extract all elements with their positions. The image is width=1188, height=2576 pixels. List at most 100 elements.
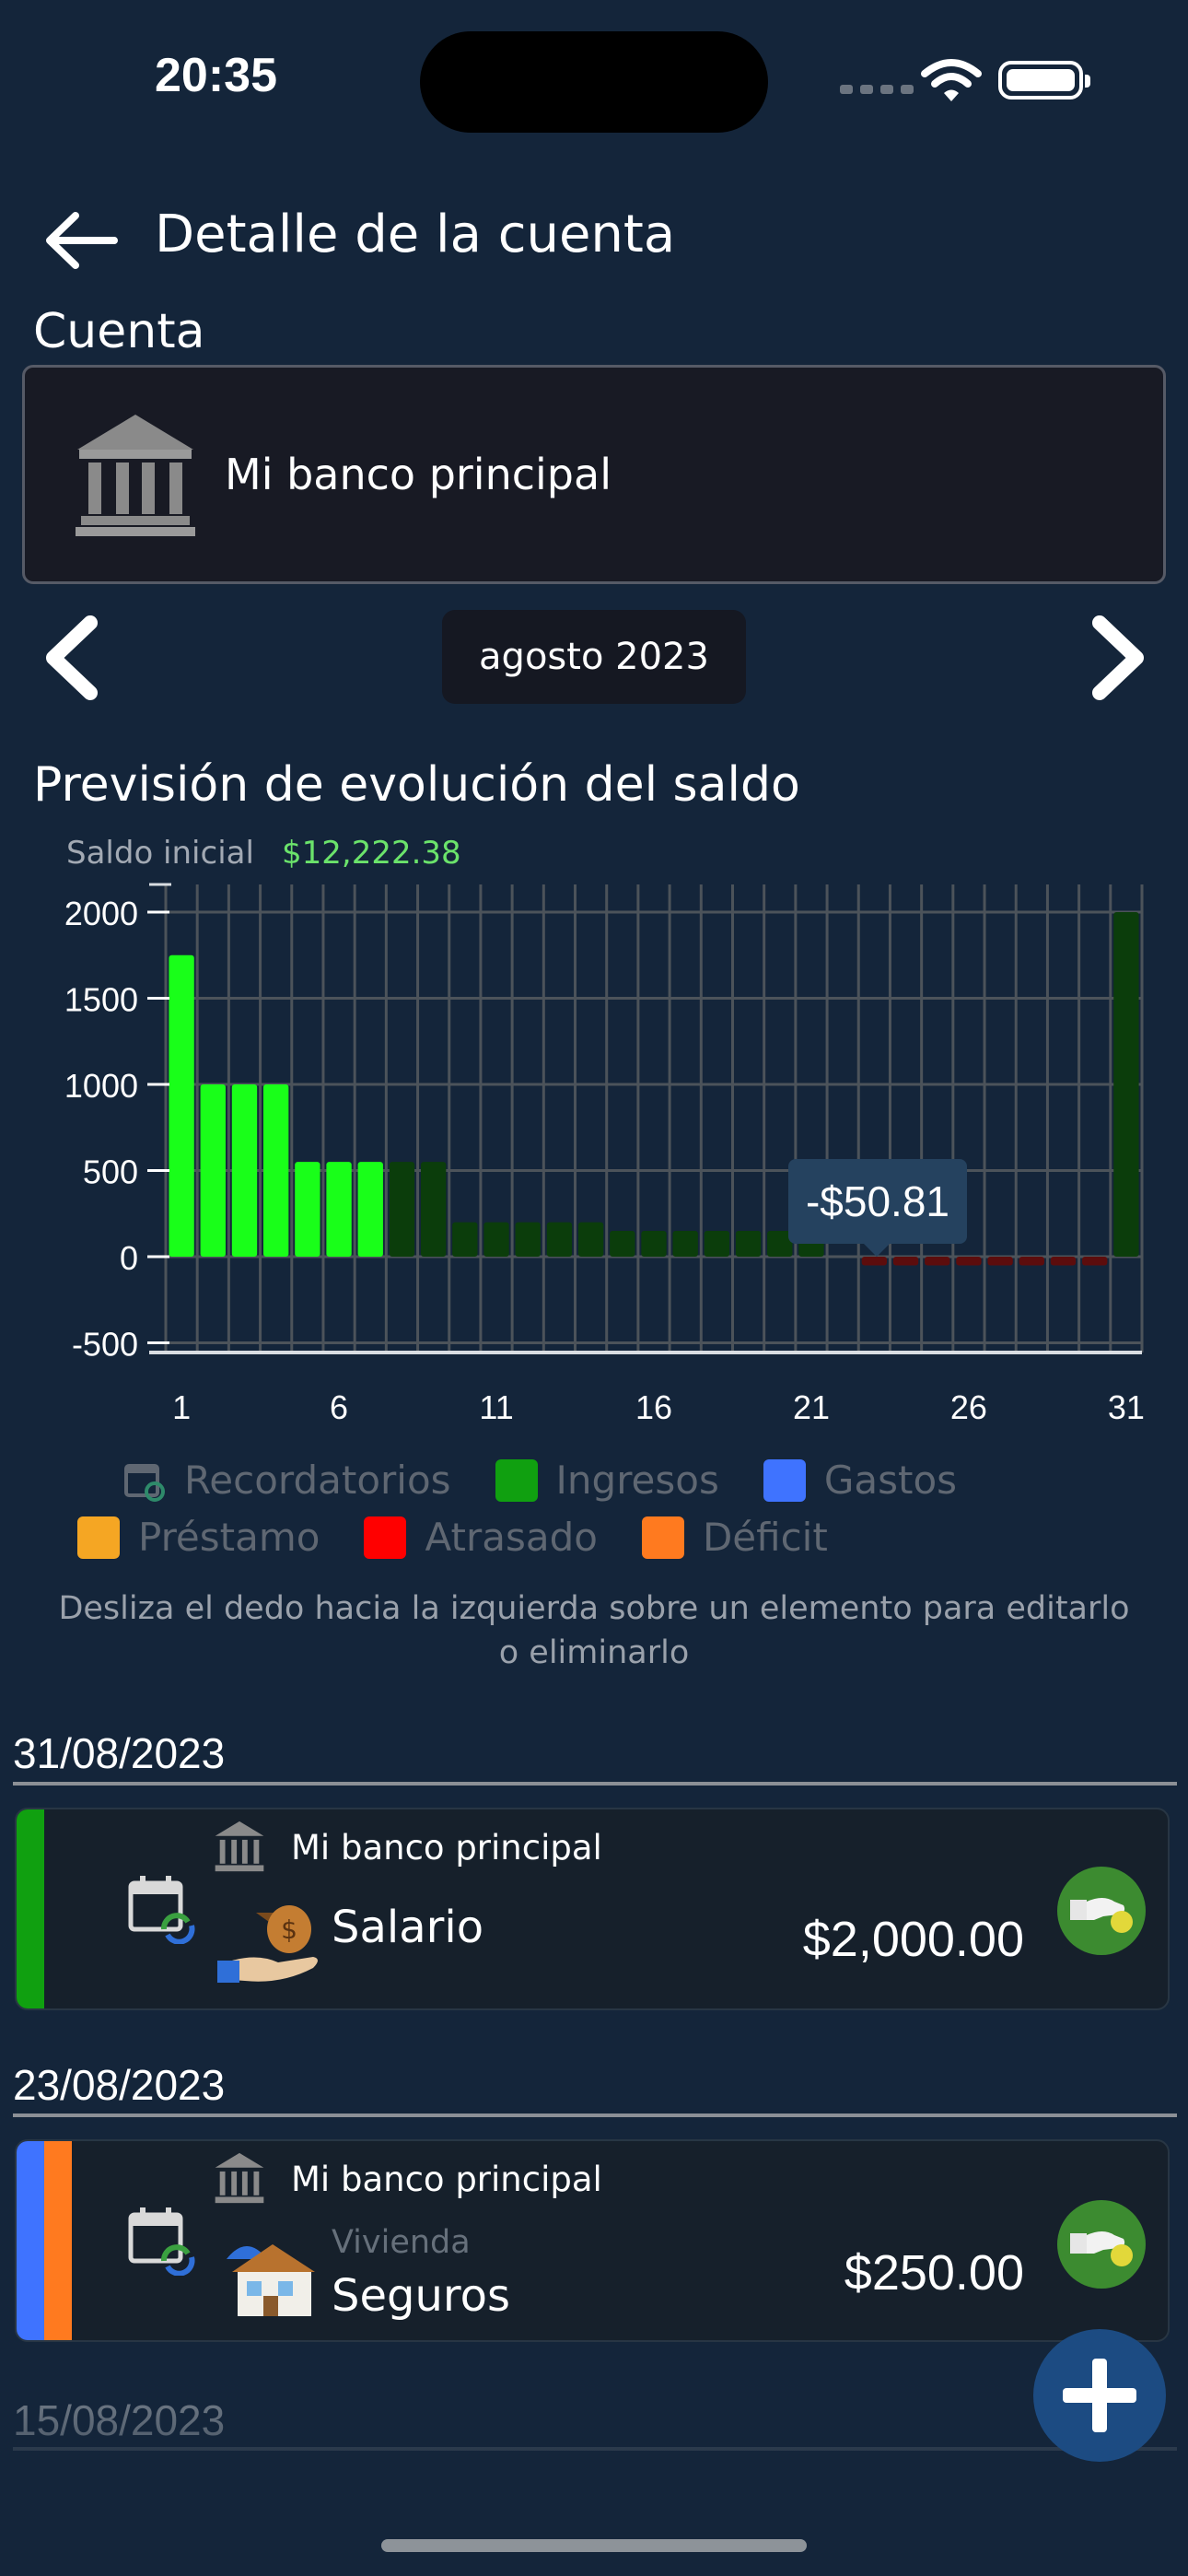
y-tick-label: 2000 xyxy=(64,895,138,932)
swipe-hint: Desliza el dedo hacia la izquierda sobre… xyxy=(58,1590,1130,1671)
legend-swatch xyxy=(77,1516,120,1559)
chart-bar-day-2[interactable] xyxy=(200,1084,226,1257)
cellular-signal-icon xyxy=(840,85,914,94)
back-arrow-icon[interactable] xyxy=(42,208,120,273)
x-tick-label: 6 xyxy=(330,1388,348,1426)
house-insurance-icon xyxy=(227,2244,315,2316)
legend-item-reminders[interactable]: Recordatorios xyxy=(123,1458,451,1503)
chart-bar-day-15[interactable] xyxy=(610,1230,635,1257)
bank-icon xyxy=(215,1821,264,1872)
chart-tooltip: -$50.81 xyxy=(788,1159,967,1257)
chart-bar-day-12[interactable] xyxy=(515,1222,541,1257)
chart-bar-day-7[interactable] xyxy=(357,1162,383,1257)
date-header: 23/08/2023 xyxy=(13,2061,226,2109)
transaction-name: Seguros xyxy=(332,2270,510,2322)
chart-bar-day-5[interactable] xyxy=(295,1162,320,1257)
dynamic-island xyxy=(420,31,768,133)
legend-label: Préstamo xyxy=(138,1515,320,1560)
wifi-icon xyxy=(921,59,982,101)
chart-bar-day-13[interactable] xyxy=(546,1222,573,1257)
x-tick-label: 11 xyxy=(479,1388,513,1426)
legend-item-income[interactable]: Ingresos xyxy=(495,1458,719,1503)
salary-money-bag-icon: $ xyxy=(217,1905,318,1983)
divider xyxy=(13,1782,1177,1786)
divider xyxy=(13,2447,1177,2451)
chart-bar-day-8[interactable] xyxy=(389,1162,415,1257)
home-indicator xyxy=(381,2539,807,2552)
chart-bar-day-1[interactable] xyxy=(169,954,194,1257)
chart-bar-day-9[interactable] xyxy=(420,1162,447,1257)
x-tick-label: 16 xyxy=(635,1388,672,1426)
status-bar-income xyxy=(17,1809,44,2008)
hand-coin-icon xyxy=(1070,2231,1133,2266)
transaction-account: Mi banco principal xyxy=(291,1828,602,1868)
chart-bar-day-27[interactable] xyxy=(987,1257,1013,1266)
pay-button[interactable] xyxy=(1057,1867,1146,1955)
legend-label: Ingresos xyxy=(555,1458,719,1503)
chart-bar-day-24[interactable] xyxy=(892,1257,919,1266)
chart-bar-day-14[interactable] xyxy=(577,1222,604,1257)
chart-bar-day-29[interactable] xyxy=(1050,1257,1077,1266)
legend-swatch xyxy=(763,1458,806,1502)
bank-icon xyxy=(76,415,195,536)
legend-item-overdue[interactable]: Atrasado xyxy=(364,1515,598,1560)
month-selector[interactable]: agosto 2023 xyxy=(442,610,746,704)
chart-bar-day-19[interactable] xyxy=(735,1230,762,1257)
transaction-amount: $2,000.00 xyxy=(802,1912,1024,1967)
add-transaction-button[interactable] xyxy=(1033,2329,1166,2462)
bank-icon xyxy=(215,2152,264,2204)
month-label: agosto 2023 xyxy=(479,636,709,678)
chart-bar-day-3[interactable] xyxy=(231,1084,258,1257)
y-tick-label: 500 xyxy=(83,1153,138,1191)
legend-row-1: Recordatorios Ingresos Gastos xyxy=(123,1458,1001,1503)
legend-item-loan[interactable]: Préstamo xyxy=(77,1515,320,1560)
account-name: Mi banco principal xyxy=(225,450,611,499)
chart-bar-day-25[interactable] xyxy=(925,1257,950,1266)
legend-label: Déficit xyxy=(702,1515,828,1560)
calendar-sync-icon xyxy=(124,1463,165,1502)
next-month-chevron-icon[interactable] xyxy=(1087,614,1151,702)
x-tick-label: 31 xyxy=(1108,1388,1145,1426)
legend-label: Gastos xyxy=(823,1458,958,1503)
pay-button[interactable] xyxy=(1057,2200,1146,2289)
calendar-sync-icon xyxy=(128,1876,195,1944)
transaction-name: Salario xyxy=(332,1902,484,1953)
date-header: 31/08/2023 xyxy=(13,1729,226,1777)
chart-bar-day-17[interactable] xyxy=(672,1230,698,1257)
transaction-category: Vivienda xyxy=(332,2224,471,2261)
x-tick-label: 21 xyxy=(793,1388,830,1426)
legend-item-deficit[interactable]: Déficit xyxy=(641,1515,828,1560)
date-header: 15/08/2023 xyxy=(13,2396,226,2444)
transaction-amount: $250.00 xyxy=(844,2245,1024,2301)
chart-title: Previsión de evolución del saldo xyxy=(33,757,800,813)
legend-label: Atrasado xyxy=(425,1515,598,1560)
calendar-sync-icon xyxy=(128,2207,195,2276)
chart-bar-day-28[interactable] xyxy=(1019,1257,1044,1266)
legend-item-expenses[interactable]: Gastos xyxy=(763,1458,957,1503)
battery-icon xyxy=(998,61,1090,100)
chart-bar-day-16[interactable] xyxy=(641,1230,667,1257)
chart-bar-day-23[interactable] xyxy=(861,1257,888,1266)
legend-swatch xyxy=(495,1458,538,1502)
chart-bar-day-11[interactable] xyxy=(483,1222,509,1257)
transaction-account: Mi banco principal xyxy=(291,2160,602,2199)
balance-forecast-chart[interactable]: 2000150010005000-500 1 6 11 16 21 26 31 -$50.8… xyxy=(0,866,1188,1456)
chart-bar-day-10[interactable] xyxy=(452,1222,478,1257)
chart-bar-day-26[interactable] xyxy=(956,1257,982,1266)
chart-bar-day-4[interactable] xyxy=(263,1084,289,1257)
chart-bar-day-31[interactable] xyxy=(1113,912,1139,1257)
tooltip-value: -$50.81 xyxy=(806,1177,949,1225)
legend-swatch xyxy=(641,1516,684,1559)
x-tick-label: 1 xyxy=(172,1388,191,1426)
status-time: 20:35 xyxy=(155,49,277,102)
divider xyxy=(13,2113,1177,2117)
legend-label: Recordatorios xyxy=(184,1458,451,1503)
y-tick-label: 1000 xyxy=(64,1067,138,1105)
svg-text:$: $ xyxy=(281,1914,297,1945)
page-title: Detalle de la cuenta xyxy=(155,205,676,264)
chart-bar-day-18[interactable] xyxy=(704,1230,730,1257)
chart-bar-day-30[interactable] xyxy=(1082,1257,1108,1266)
chart-bar-day-6[interactable] xyxy=(326,1162,352,1257)
hand-coin-icon xyxy=(1070,1898,1133,1933)
prev-month-chevron-icon[interactable] xyxy=(39,614,103,702)
